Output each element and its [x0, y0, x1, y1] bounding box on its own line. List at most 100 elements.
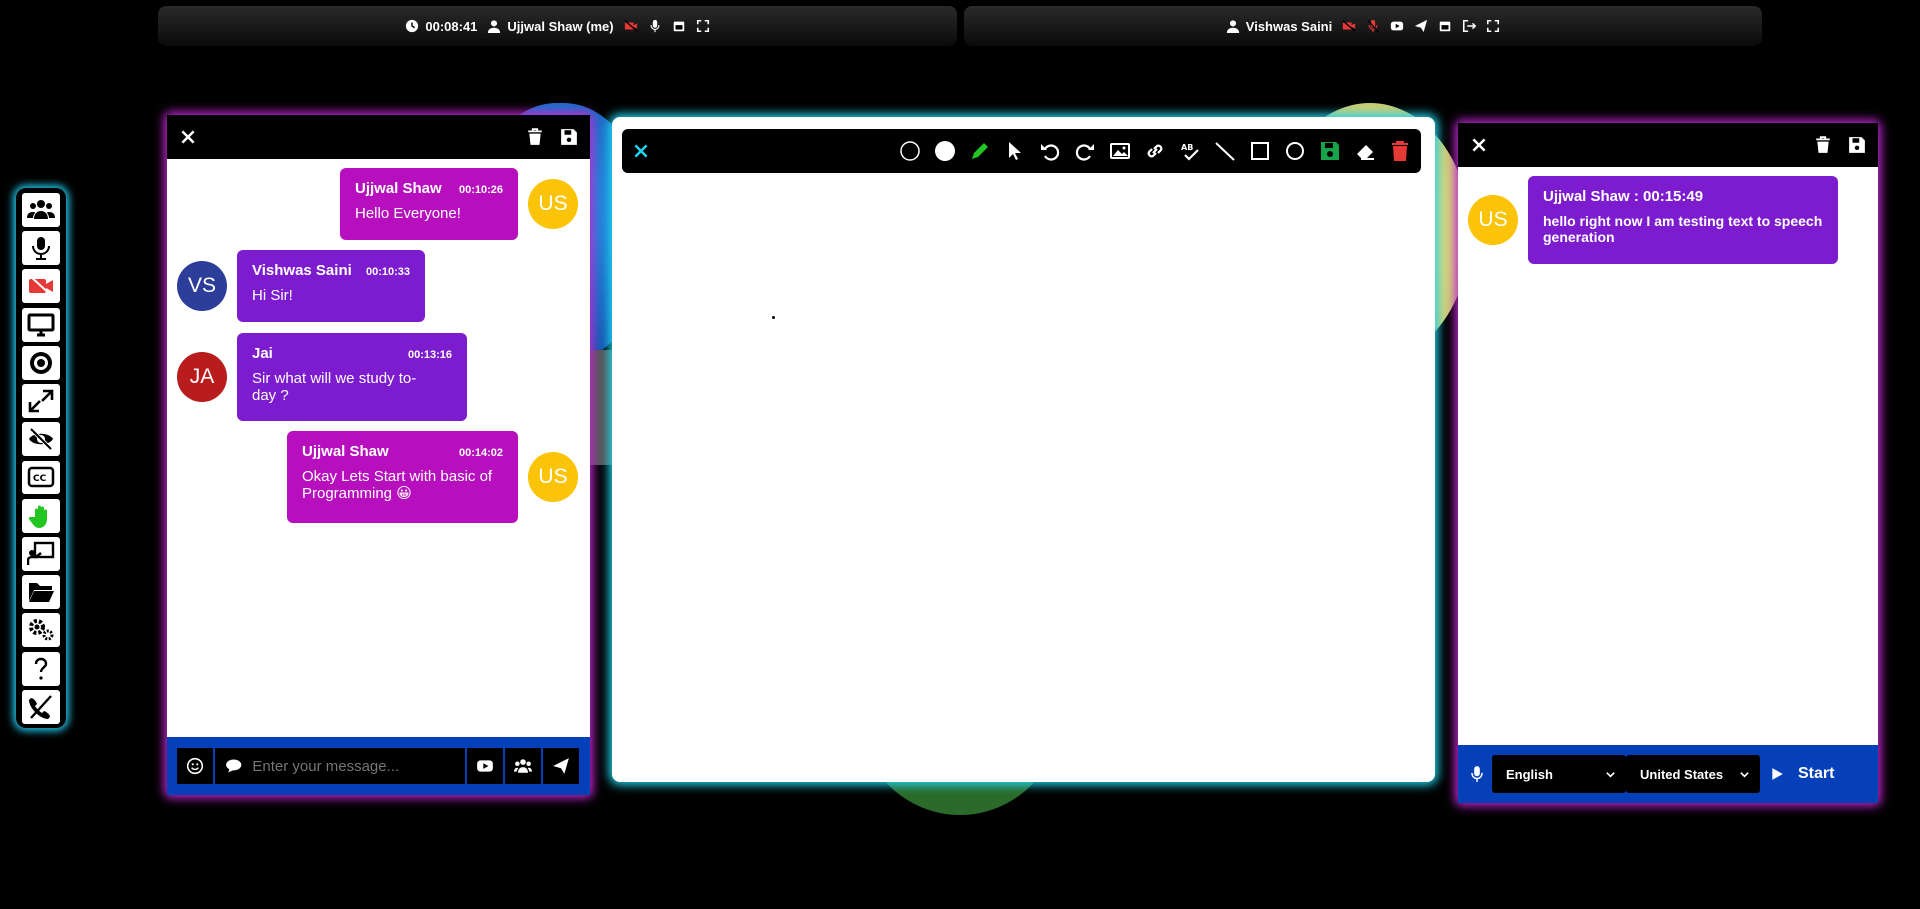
avatar: US: [528, 179, 578, 229]
close-icon[interactable]: [632, 142, 650, 160]
message-bubble: Jai 00:13:16 Sir what will we study to-da…: [237, 333, 467, 421]
speech-controls: English United States Start: [1458, 745, 1878, 803]
send-button[interactable]: [543, 748, 579, 784]
message-text: Hello Everyone!: [355, 205, 461, 222]
save-icon[interactable]: [1319, 140, 1341, 162]
spellcheck-icon[interactable]: AB: [1179, 140, 1201, 162]
folder-open-icon: [29, 583, 54, 603]
emoji-button[interactable]: [177, 748, 213, 784]
send-icon[interactable]: [1414, 19, 1428, 33]
chevron-down-icon: [1740, 771, 1749, 778]
kick-icon[interactable]: [1462, 19, 1477, 33]
remote-user-name: Vishwas Saini: [1245, 18, 1333, 34]
user-icon: [1226, 20, 1239, 33]
presentation-icon: [27, 541, 55, 565]
trash-icon[interactable]: [526, 128, 544, 146]
participants-icon: [27, 199, 55, 219]
video-off-icon[interactable]: [1342, 19, 1356, 33]
chat-header: [167, 115, 590, 159]
trash-icon[interactable]: [1814, 136, 1832, 154]
microphone-icon[interactable]: [648, 19, 662, 33]
closed-captions-icon: CC: [27, 467, 55, 488]
message-time: 00:13:16: [407, 349, 452, 361]
microphone-button[interactable]: [22, 231, 60, 266]
participants-button[interactable]: [22, 193, 60, 227]
eye-slash-icon: [29, 427, 53, 451]
snapshot-icon[interactable]: [1438, 19, 1452, 33]
language-select[interactable]: English: [1492, 755, 1626, 793]
local-video-bar: 00:08:41 Ujjwal Shaw (me): [158, 6, 957, 46]
close-icon[interactable]: [179, 128, 197, 146]
fullscreen-button[interactable]: [22, 384, 60, 419]
background-color-icon[interactable]: [899, 140, 921, 162]
screen-share-button[interactable]: [22, 307, 60, 342]
undo-icon[interactable]: [1039, 140, 1061, 162]
participants-icon: [514, 759, 532, 773]
chat-message: JA Jai 00:13:16 Sir what will we study to…: [177, 333, 467, 421]
record-button[interactable]: [22, 345, 60, 380]
captions-button[interactable]: CC: [22, 460, 60, 495]
start-button[interactable]: Start: [1770, 765, 1834, 783]
line-icon[interactable]: [1214, 140, 1236, 162]
chat-input-bar: [167, 737, 590, 795]
raise-hand-button[interactable]: [22, 498, 60, 533]
message-input[interactable]: [252, 757, 465, 775]
start-label: Start: [1798, 765, 1835, 782]
gear-icon: [29, 619, 54, 641]
microphone-off-icon[interactable]: [1366, 19, 1380, 33]
play-icon: [1772, 768, 1783, 780]
circle-icon[interactable]: [1284, 140, 1306, 162]
timer: 00:08:41: [405, 19, 477, 34]
link-icon[interactable]: [1144, 140, 1166, 162]
fullscreen-icon[interactable]: [1486, 19, 1500, 33]
sender-name: Vishwas Saini: [252, 262, 352, 279]
video-off-icon[interactable]: [624, 19, 638, 33]
sender-name: Jai: [252, 345, 273, 362]
local-user: Ujjwal Shaw (me): [487, 19, 614, 34]
save-icon[interactable]: [560, 128, 578, 146]
hand-icon: [28, 505, 47, 528]
message-text: Sir what will we study to-day ?: [252, 370, 417, 404]
chevron-down-icon: [1606, 771, 1615, 778]
microphone-icon[interactable]: [1468, 765, 1486, 783]
participants-button[interactable]: [505, 748, 541, 784]
image-icon[interactable]: [1109, 140, 1131, 162]
pencil-icon[interactable]: [969, 140, 991, 162]
hide-me-button[interactable]: [22, 422, 60, 457]
whiteboard-toolbar: AB: [622, 129, 1421, 173]
chat-message: VS Vishwas Saini 00:10:33 Hi Sir!: [177, 250, 425, 322]
whiteboard-canvas[interactable]: [612, 177, 1435, 777]
whiteboard-panel: AB: [612, 117, 1435, 782]
snapshot-icon[interactable]: [672, 19, 686, 33]
pointer-icon[interactable]: [1004, 140, 1026, 162]
video-button[interactable]: [22, 269, 60, 304]
avatar: US: [528, 452, 578, 502]
avatar: US: [1468, 195, 1518, 245]
save-icon[interactable]: [1848, 136, 1866, 154]
help-button[interactable]: [22, 651, 60, 686]
file-share-button[interactable]: [22, 575, 60, 610]
youtube-icon[interactable]: [1390, 19, 1404, 33]
leave-button[interactable]: [22, 689, 60, 724]
eraser-icon[interactable]: [1354, 140, 1376, 162]
redo-icon[interactable]: [1074, 140, 1096, 162]
remote-video-bar: Vishwas Saini: [964, 6, 1762, 46]
monitor-icon: [27, 313, 55, 337]
svg-text:AB: AB: [1181, 143, 1193, 152]
chat-message: Ujjwal Shaw 00:10:26 Hello Everyone! US: [340, 168, 578, 240]
close-icon[interactable]: [1470, 136, 1488, 154]
fullscreen-icon[interactable]: [696, 19, 710, 33]
rectangle-icon[interactable]: [1249, 140, 1271, 162]
send-icon: [553, 758, 569, 774]
region-select[interactable]: United States: [1626, 755, 1760, 793]
region-value: United States: [1640, 766, 1724, 782]
phone-hangup-icon: [29, 694, 52, 719]
message-text: hello right now I am testing text to spe…: [1543, 213, 1823, 245]
message-bubble: Ujjwal Shaw 00:14:02 Okay Lets Start with…: [287, 431, 518, 523]
settings-button[interactable]: [22, 613, 60, 648]
whiteboard-button[interactable]: [22, 536, 60, 571]
trash-icon[interactable]: [1389, 140, 1411, 162]
pen-color-icon[interactable]: [934, 140, 956, 162]
youtube-button[interactable]: [467, 748, 503, 784]
chat-message: Ujjwal Shaw 00:14:02 Okay Lets Start with…: [287, 431, 578, 523]
